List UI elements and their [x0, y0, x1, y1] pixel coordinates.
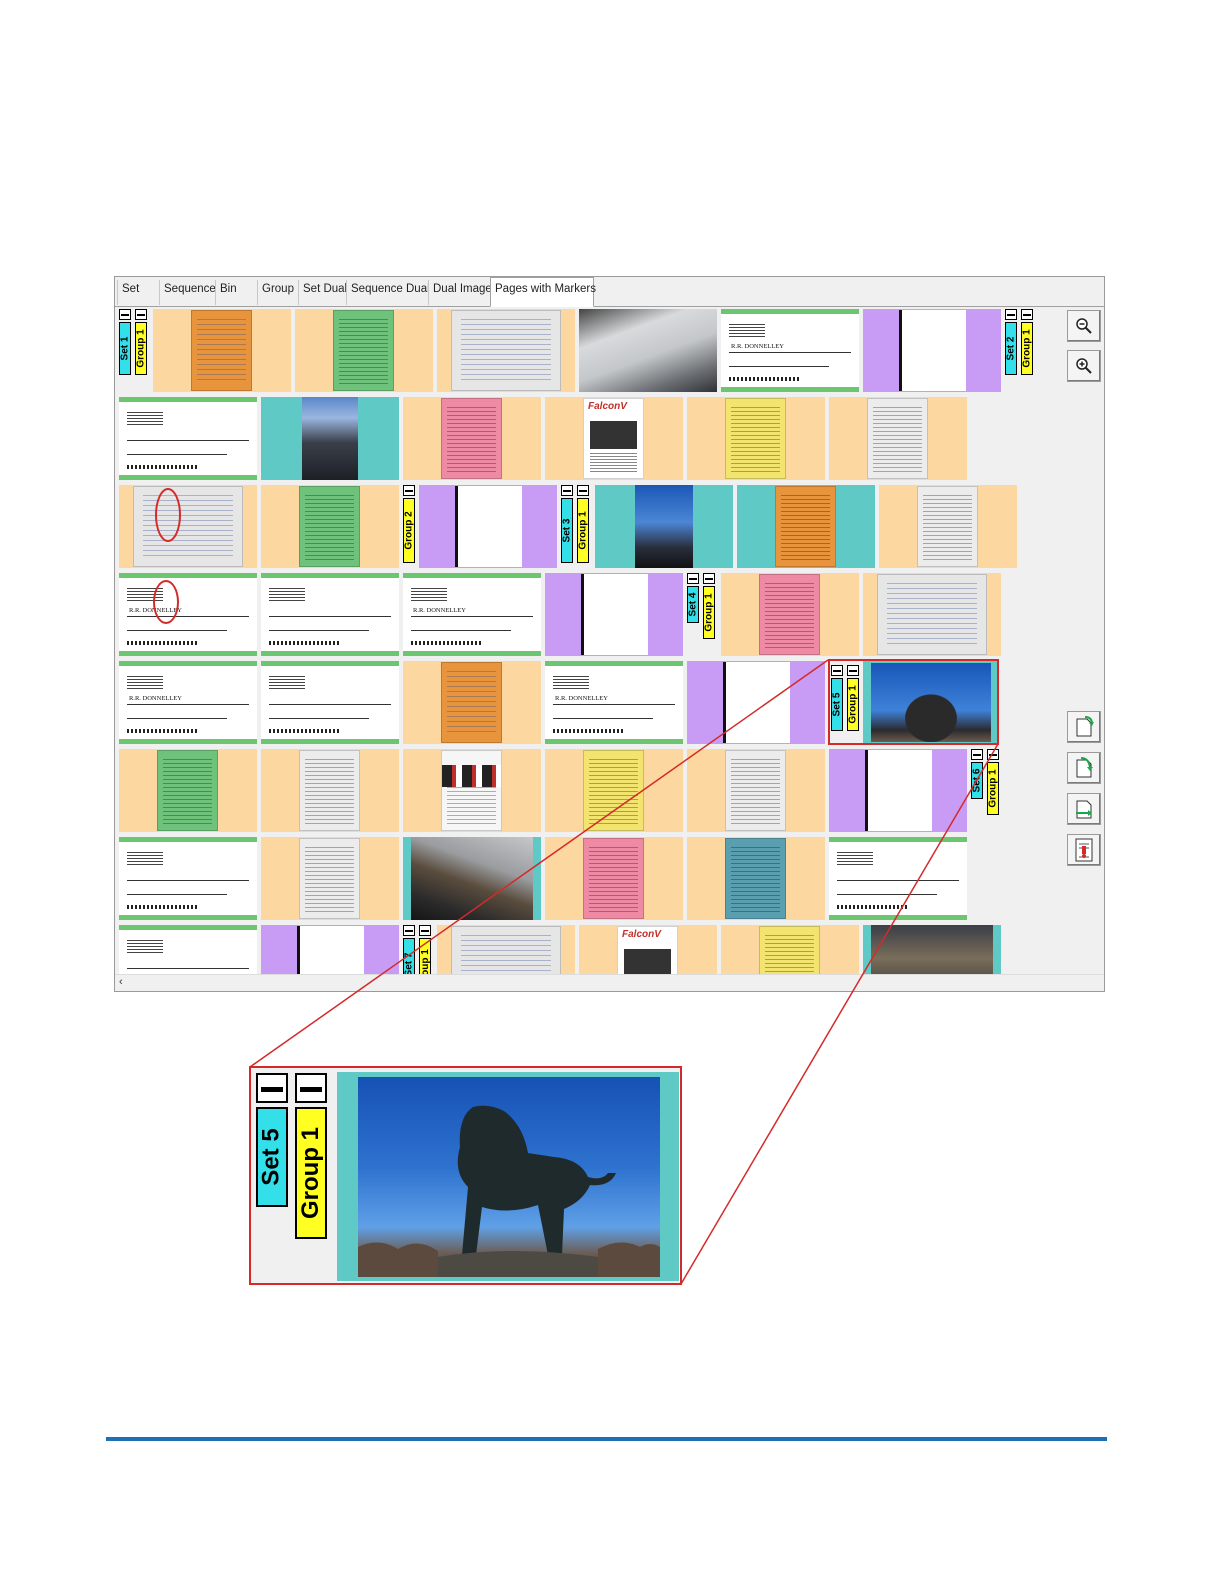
zoomed-page-callout: Set 5 Group 1: [249, 1066, 682, 1285]
footer-rule: [106, 1437, 1107, 1441]
zoomed-page-thumbnail: [337, 1072, 679, 1281]
lion-statue-photo: [358, 1077, 660, 1277]
set-marker-zoomed: Set 5: [256, 1073, 288, 1243]
lion-silhouette-icon: [358, 1105, 660, 1277]
group-marker-zoomed: Group 1: [295, 1073, 327, 1243]
callout-connector-lines: [249, 659, 999, 1285]
tab-pages-with-markers[interactable]: Pages with Markers: [490, 277, 596, 307]
